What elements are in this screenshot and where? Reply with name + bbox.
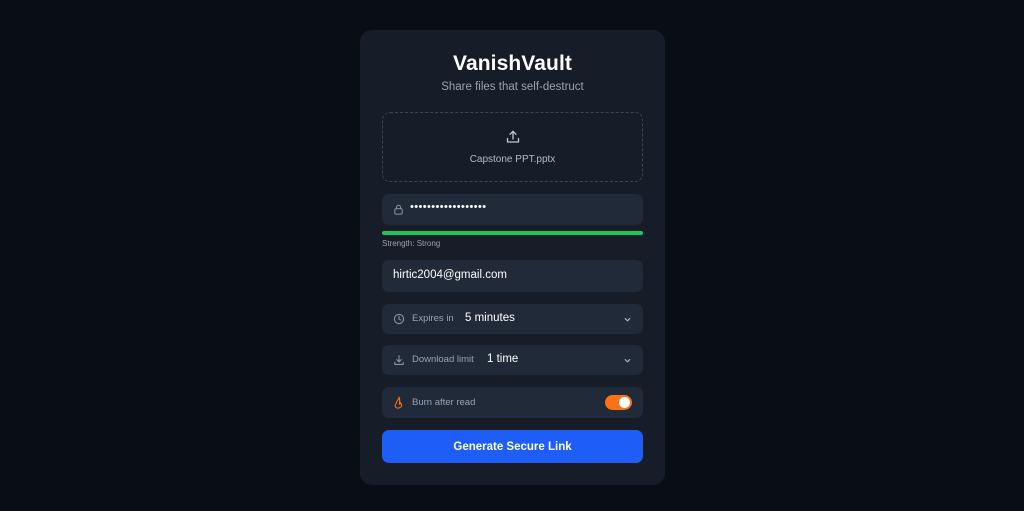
burn-after-read-toggle[interactable] <box>605 395 632 410</box>
download-limit-select[interactable]: Download limit 1 time <box>382 345 643 375</box>
file-dropzone[interactable]: Capstone PPT.pptx <box>382 112 643 182</box>
password-strength-fill <box>382 231 643 235</box>
burn-after-read-row: Burn after read <box>382 387 643 418</box>
flame-icon <box>394 396 403 409</box>
generate-link-button[interactable]: Generate Secure Link <box>382 430 643 463</box>
download-limit-value: 1 time <box>487 353 519 365</box>
share-card: VanishVault Share files that self-destru… <box>360 30 665 485</box>
app-title: VanishVault <box>453 52 572 75</box>
email-field[interactable]: hirtic2004@gmail.com <box>382 260 643 292</box>
clock-icon <box>393 313 405 325</box>
email-value: hirtic2004@gmail.com <box>393 269 507 281</box>
lock-icon <box>394 204 403 215</box>
chevron-down-icon <box>624 318 631 322</box>
burn-after-read-label: Burn after read <box>412 397 476 408</box>
download-icon <box>394 355 404 365</box>
app-subtitle: Share files that self-destruct <box>441 81 584 93</box>
expires-value: 5 minutes <box>465 312 515 324</box>
password-value: •••••••••••••••••• <box>410 201 487 213</box>
password-field[interactable]: •••••••••••••••••• <box>382 194 643 225</box>
chevron-down-icon <box>624 359 631 363</box>
expires-label: Expires in <box>412 313 454 324</box>
password-strength-label: Strength: Strong <box>382 239 441 248</box>
selected-filename: Capstone PPT.pptx <box>469 154 556 165</box>
upload-icon <box>506 130 520 143</box>
download-limit-label: Download limit <box>412 354 474 365</box>
expires-select[interactable]: Expires in 5 minutes <box>382 304 643 334</box>
password-strength-meter <box>382 231 643 235</box>
toggle-knob <box>619 397 630 408</box>
